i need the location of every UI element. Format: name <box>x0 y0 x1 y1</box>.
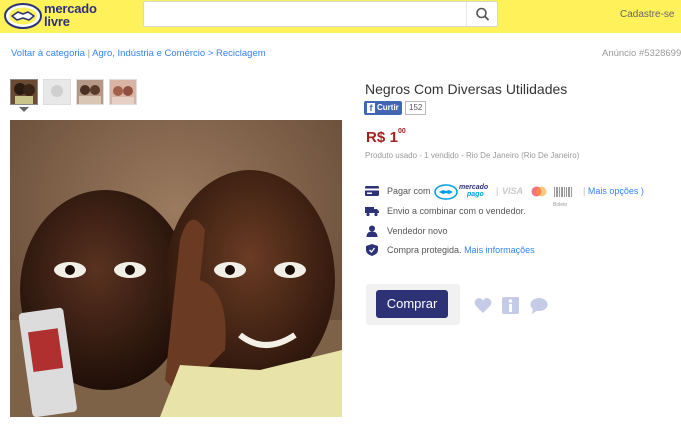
thumbnail-1[interactable] <box>10 79 38 105</box>
facebook-icon: f <box>367 103 375 113</box>
top-header: mercado livre Cadastre-se <box>0 0 681 33</box>
heart-icon[interactable] <box>474 297 492 314</box>
more-payment-options: | Mais opções ) <box>583 186 644 196</box>
thumbnail-photo-icon <box>110 80 136 104</box>
search-input[interactable] <box>144 2 466 26</box>
main-product-photo[interactable] <box>10 120 342 417</box>
thumbnail-photo-icon <box>11 80 37 104</box>
price-currency: R$ <box>366 129 386 146</box>
more-info-link[interactable]: Mais informações <box>464 245 535 255</box>
mastercard-icon <box>531 186 547 197</box>
more-options-separator: | <box>583 186 586 196</box>
shield-icon <box>366 244 378 256</box>
barcode-icon <box>554 187 572 197</box>
product-price: R$ 100 <box>366 128 406 147</box>
logo-text: mercado livre <box>44 2 97 28</box>
buy-button[interactable]: Comprar <box>376 290 448 318</box>
breadcrumb-subcategory-link[interactable]: Reciclagem <box>216 48 266 59</box>
breadcrumb-category-link[interactable]: Agro, Indústria e Comércio <box>92 48 205 59</box>
protected-text: Compra protegida. Mais informações <box>387 245 535 255</box>
search-button[interactable] <box>466 2 497 26</box>
logo-line-2: livre <box>44 14 70 29</box>
mercadopago-text: mercado pago <box>459 184 488 198</box>
search-bar <box>143 1 498 27</box>
credit-card-icon <box>365 186 379 196</box>
shipping-text: Envio a combinar com o vendedor. <box>387 206 526 216</box>
facebook-like-label: Curtir <box>377 103 399 112</box>
mercadopago-line-1: mercado <box>459 184 489 191</box>
protected-label: Compra protegida. <box>387 245 462 255</box>
breadcrumb-separator-bar: | <box>87 48 91 59</box>
boleto-label: Boleto <box>553 202 568 208</box>
breadcrumb: Voltar à categoria | Agro, Indústria e C… <box>11 48 266 59</box>
price-integer: 1 <box>389 129 398 146</box>
ad-number: Anúncio #53286996 <box>602 48 681 59</box>
handshake-logo-icon <box>4 3 42 29</box>
payment-separator: | <box>496 186 499 196</box>
thumbnail-3[interactable] <box>76 79 104 105</box>
seller-text: Vendedor novo <box>387 226 448 236</box>
product-title: Negros Com Diversas Utilidades <box>365 81 568 97</box>
thumbnail-4[interactable] <box>109 79 137 105</box>
facebook-like-button[interactable]: f Curtir <box>364 101 402 115</box>
thumbnail-selected-arrow <box>19 107 29 112</box>
thumbnail-photo-icon <box>77 80 103 104</box>
breadcrumb-back-link[interactable]: Voltar à categoria <box>11 48 85 59</box>
search-icon <box>476 7 489 21</box>
signup-link[interactable]: Cadastre-se <box>620 9 674 20</box>
product-subinfo: Produto usado - 1 vendido - Rio De Janei… <box>365 151 580 160</box>
boleto-icon: Boleto <box>553 184 575 208</box>
product-photo-image <box>10 120 342 417</box>
truck-icon <box>365 207 379 217</box>
chat-icon[interactable] <box>530 297 548 314</box>
info-icon[interactable] <box>502 297 520 314</box>
more-options-link[interactable]: Mais opções ) <box>588 186 644 196</box>
visa-logo: VISA <box>502 186 524 196</box>
price-cents: 00 <box>397 128 406 135</box>
breadcrumb-separator: > <box>207 48 214 59</box>
facebook-like-count: 152 <box>405 101 427 115</box>
thumbnail-2[interactable] <box>43 79 71 105</box>
pay-with-label: Pagar com <box>387 186 431 196</box>
mercadolivre-logo[interactable]: mercado livre <box>4 2 114 30</box>
mercadopago-line-2: pago <box>467 191 484 198</box>
user-icon <box>366 225 378 237</box>
thumbnail-photo-icon <box>44 80 70 104</box>
